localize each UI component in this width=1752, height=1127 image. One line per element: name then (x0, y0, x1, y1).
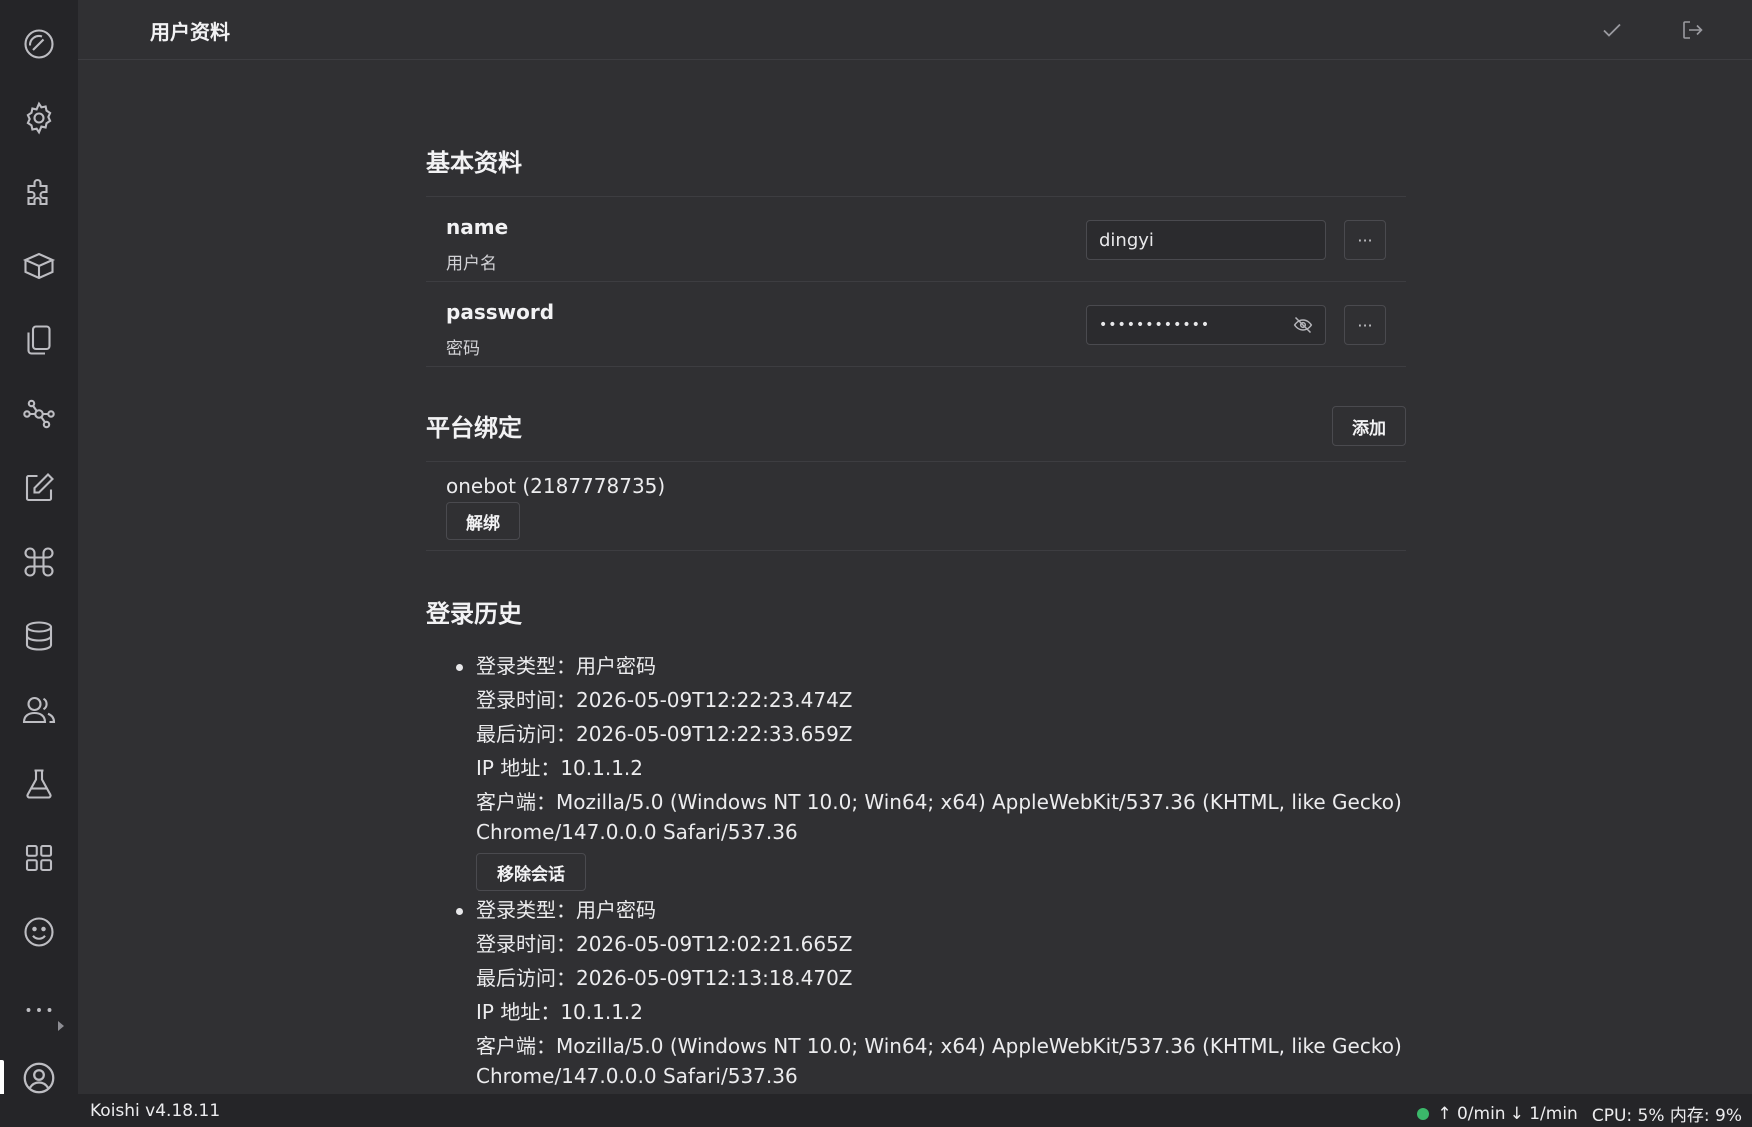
users-icon (22, 696, 56, 724)
save-button[interactable] (1596, 14, 1628, 46)
sandbox-icon (26, 769, 52, 799)
version-label: Koishi v4.18.11 (90, 1101, 221, 1121)
dashboard-icon (24, 29, 54, 59)
field-label: 用户名 (446, 254, 497, 274)
sidebar-item-editor[interactable] (0, 456, 78, 520)
command-icon (24, 547, 54, 577)
login-time: 登录时间：2026-05-09T12:02:21.665Z (476, 932, 853, 956)
sidebar-item-apps[interactable] (0, 826, 78, 890)
divider (426, 366, 1406, 367)
active-indicator (0, 1060, 4, 1096)
database-icon (25, 621, 53, 651)
sidebar-item-market[interactable] (0, 234, 78, 298)
field-row-name: name 用户名 ··· (426, 197, 1406, 281)
sidebar-item-users[interactable] (0, 678, 78, 742)
page-header: 用户资料 (78, 0, 1752, 60)
logout-icon (1683, 21, 1703, 39)
field-key: name (446, 215, 509, 239)
logout-button[interactable] (1676, 14, 1708, 46)
apps-icon (25, 844, 53, 872)
list-bullet (456, 908, 463, 915)
traffic-indicator[interactable]: ↑ 0/min ↓ 1/min (1417, 1104, 1578, 1124)
username-input[interactable] (1086, 220, 1326, 260)
files-icon (27, 325, 51, 355)
plugin-icon (27, 179, 48, 206)
add-binding-button[interactable]: 添加 (1332, 406, 1406, 446)
section-title-basic: 基本资料 (426, 149, 522, 177)
emoji-icon (24, 917, 54, 947)
online-status-dot (1417, 1107, 1430, 1120)
profile-icon (23, 1062, 55, 1094)
sidebar-item-files[interactable] (0, 308, 78, 372)
cpu-memory-usage[interactable]: CPU: 5% 内存: 9% (1592, 1101, 1742, 1126)
sidebar-item-sandbox[interactable] (0, 752, 78, 816)
eye-off-icon[interactable] (1293, 315, 1313, 335)
binding-item-name: onebot (2187778735) (446, 474, 666, 498)
last-access: 最后访问：2026-05-09T12:22:33.659Z (476, 722, 853, 746)
divider (426, 550, 1406, 551)
ip-address: IP 地址：10.1.1.2 (476, 1000, 644, 1024)
page-title: 用户资料 (150, 20, 230, 44)
upload-rate: ↑ 0/min (1437, 1103, 1506, 1124)
market-icon (22, 252, 56, 280)
sidebar-item-dependencies[interactable] (0, 382, 78, 446)
password-more-button[interactable]: ··· (1344, 305, 1386, 345)
password-input[interactable] (1086, 305, 1326, 345)
field-key: password (446, 300, 555, 324)
sidebar-item-plugins[interactable] (0, 160, 78, 224)
divider (426, 461, 1406, 462)
login-type: 登录类型：用户密码 (476, 898, 656, 922)
login-type: 登录类型：用户密码 (476, 654, 656, 678)
more-icon (26, 1008, 52, 1012)
sidebar-item-database[interactable] (0, 604, 78, 668)
app-window: 用户资料 基本资料 name 用户名 ··· password 密码 ··· 平… (0, 0, 1752, 1127)
field-row-password: password 密码 ··· (426, 282, 1406, 366)
section-title-bindings: 平台绑定 (426, 414, 522, 442)
client-agent: 客户端：Mozilla/5.0 (Windows NT 10.0; Win64;… (476, 790, 1402, 814)
list-bullet (456, 664, 463, 671)
login-time: 登录时间：2026-05-09T12:22:23.474Z (476, 688, 853, 712)
remove-session-button[interactable]: 移除会话 (476, 853, 586, 891)
expand-arrow-icon[interactable] (58, 1021, 64, 1031)
section-title-history: 登录历史 (426, 600, 522, 628)
settings-icon (26, 101, 52, 135)
client-agent-cont: Chrome/147.0.0.0 Safari/537.36 (476, 820, 798, 844)
editor-icon (25, 473, 54, 502)
status-bar: Koishi v4.18.11 ↑ 0/min ↓ 1/min CPU: 5% … (0, 1094, 1752, 1127)
field-label: 密码 (446, 339, 480, 359)
sidebar-item-settings[interactable] (0, 86, 78, 150)
client-agent-cont: Chrome/147.0.0.0 Safari/537.36 (476, 1064, 798, 1088)
sidebar-item-dashboard[interactable] (0, 12, 78, 76)
sidebar-item-more[interactable] (0, 978, 78, 1042)
dependencies-icon (23, 399, 55, 429)
check-icon (1603, 23, 1621, 37)
sidebar (0, 0, 78, 1096)
sidebar-item-commands[interactable] (0, 530, 78, 594)
status-metrics: ↑ 0/min ↓ 1/min CPU: 5% 内存: 9% (1417, 1101, 1742, 1126)
ip-address: IP 地址：10.1.1.2 (476, 756, 644, 780)
client-agent: 客户端：Mozilla/5.0 (Windows NT 10.0; Win64;… (476, 1034, 1402, 1058)
last-access: 最后访问：2026-05-09T12:13:18.470Z (476, 966, 853, 990)
unbind-button[interactable]: 解绑 (446, 502, 520, 540)
name-more-button[interactable]: ··· (1344, 220, 1386, 260)
sidebar-item-emoji[interactable] (0, 900, 78, 964)
download-rate: ↓ 1/min (1509, 1103, 1578, 1124)
